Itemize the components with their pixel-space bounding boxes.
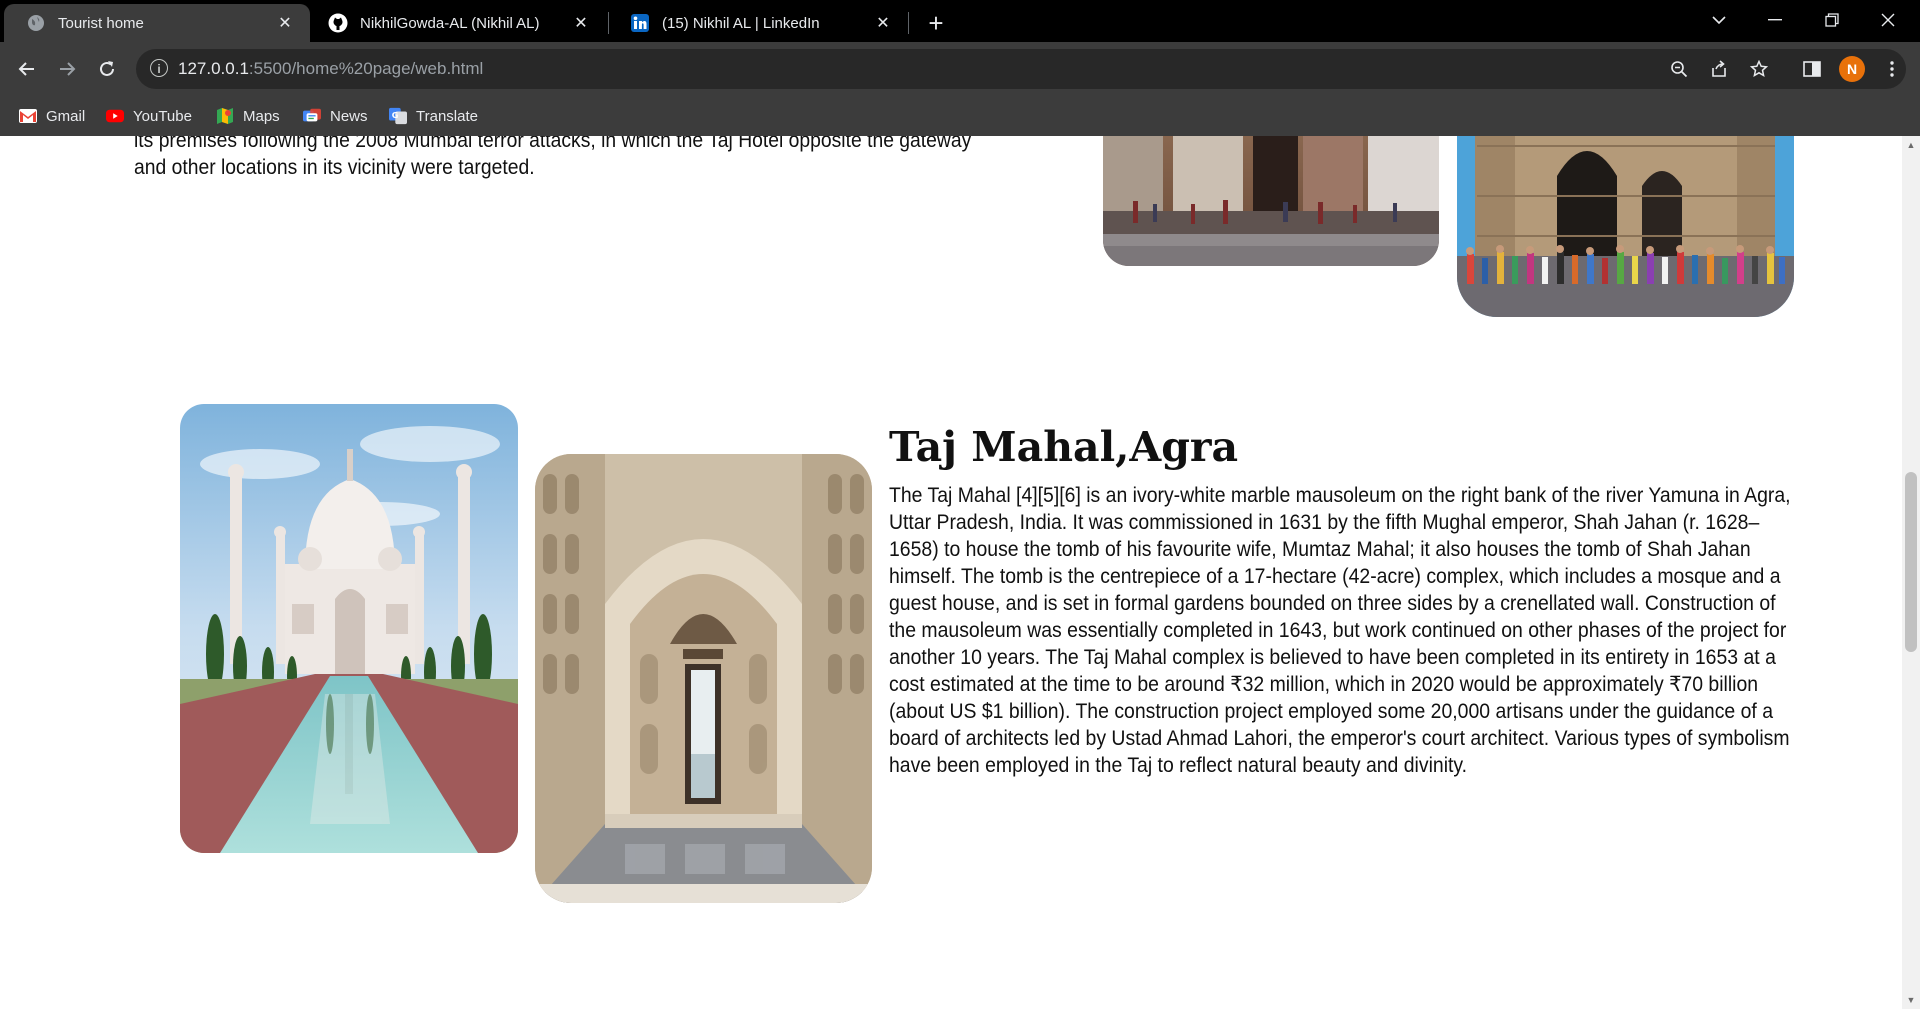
tab-title: NikhilGowda-AL (Nikhil AL) xyxy=(360,14,540,32)
svg-text:G: G xyxy=(392,110,399,120)
tab-strip: Tourist home ✕ NikhilGowda-AL (Nikhil AL… xyxy=(0,0,1920,42)
page-scrollbar[interactable]: ▲ ▼ xyxy=(1902,136,1920,1009)
github-icon xyxy=(328,13,348,33)
zoom-icon[interactable] xyxy=(1667,57,1691,81)
linkedin-icon xyxy=(630,13,650,33)
profile-avatar[interactable]: N xyxy=(1839,56,1865,82)
gateway-description: its premises following the 2008 Mumbai t… xyxy=(134,136,972,179)
back-button[interactable] xyxy=(11,53,43,85)
close-window-icon[interactable] xyxy=(1866,4,1910,36)
bookmark-youtube[interactable]: YouTube xyxy=(106,104,192,128)
new-tab-button[interactable]: + xyxy=(920,8,952,40)
share-icon[interactable] xyxy=(1707,57,1731,81)
minimize-icon[interactable] xyxy=(1753,4,1797,36)
reload-button[interactable] xyxy=(91,53,123,85)
taj-mahal-description: The Taj Mahal [4][5][6] is an ivory-whit… xyxy=(889,484,1791,777)
close-tab-icon[interactable]: ✕ xyxy=(872,13,894,33)
bookmark-star-icon[interactable] xyxy=(1747,57,1771,81)
tab-separator xyxy=(908,12,909,34)
close-tab-icon[interactable]: ✕ xyxy=(570,13,592,33)
gateway-of-india-photo xyxy=(1103,136,1439,266)
url-text: 127.0.0.1:5500/home%20page/web.html xyxy=(178,59,484,78)
side-panel-icon[interactable] xyxy=(1799,56,1825,82)
gmail-icon xyxy=(19,107,37,125)
bookmark-news[interactable]: News xyxy=(303,104,368,128)
tab-search-icon[interactable] xyxy=(1697,4,1741,36)
translate-icon: G xyxy=(389,107,407,125)
tab-title: (15) Nikhil AL | LinkedIn xyxy=(662,14,820,32)
scroll-up-arrow-icon[interactable]: ▲ xyxy=(1902,136,1920,154)
address-bar[interactable]: i 127.0.0.1:5500/home%20page/web.html xyxy=(136,49,1906,89)
tab-github[interactable]: NikhilGowda-AL (Nikhil AL) ✕ xyxy=(306,4,606,42)
taj-mahal-heading: Taj Mahal,Agra xyxy=(889,423,1239,471)
news-icon xyxy=(303,107,321,125)
bookmark-translate[interactable]: G Translate xyxy=(389,104,478,128)
web-page: its premises following the 2008 Mumbai t… xyxy=(0,136,1902,1009)
maps-icon xyxy=(216,107,234,125)
site-info-icon[interactable]: i xyxy=(150,59,168,77)
tab-title: Tourist home xyxy=(58,14,144,32)
forward-button[interactable] xyxy=(51,53,83,85)
youtube-icon xyxy=(106,107,124,125)
menu-kebab-icon[interactable] xyxy=(1879,56,1905,82)
bookmark-maps[interactable]: Maps xyxy=(216,104,280,128)
gateway-arch-crowd-photo xyxy=(1457,136,1794,317)
close-tab-icon[interactable]: ✕ xyxy=(274,13,296,33)
tab-tourist-home[interactable]: Tourist home ✕ xyxy=(4,4,310,42)
bookmark-gmail[interactable]: Gmail xyxy=(19,104,85,128)
taj-mahal-exterior-photo xyxy=(180,404,518,853)
scroll-down-arrow-icon[interactable]: ▼ xyxy=(1902,991,1920,1009)
taj-mahal-interior-photo xyxy=(535,454,872,903)
restore-icon[interactable] xyxy=(1810,4,1854,36)
tab-linkedin[interactable]: (15) Nikhil AL | LinkedIn ✕ xyxy=(608,4,908,42)
globe-icon xyxy=(26,13,46,33)
scrollbar-thumb[interactable] xyxy=(1905,472,1917,652)
browser-toolbar: i 127.0.0.1:5500/home%20page/web.html N xyxy=(0,42,1920,96)
bookmarks-bar: Gmail YouTube Maps News G Translate xyxy=(0,96,1920,136)
